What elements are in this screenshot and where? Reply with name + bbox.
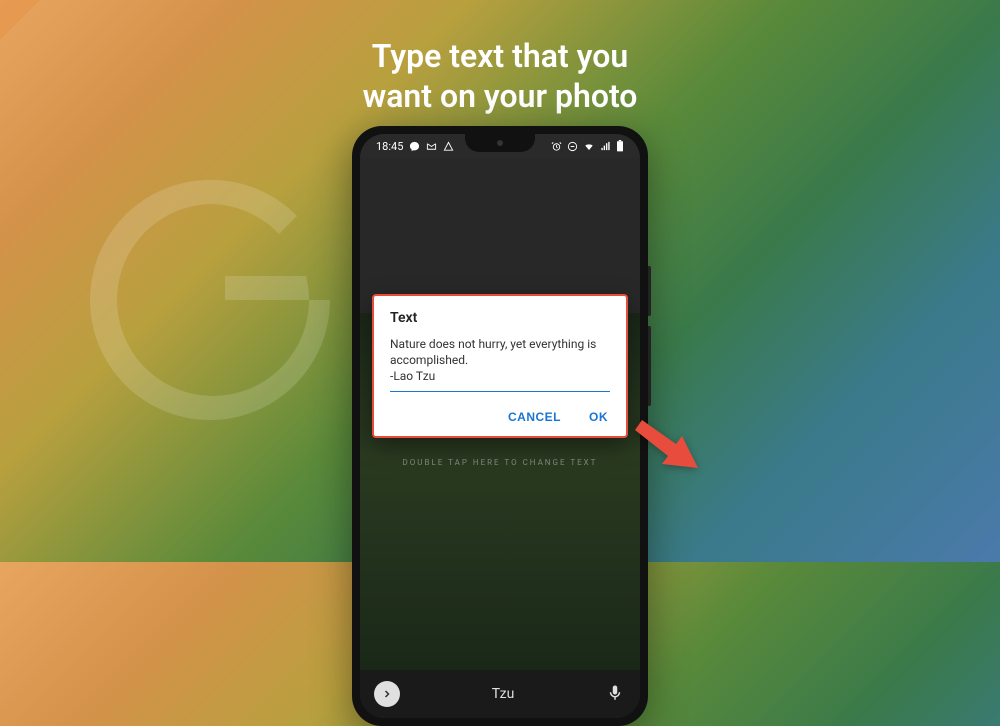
phone-screen: 18:45 DOUBLE TAP HERE TO CHANGE TEXT Tex…: [360, 134, 640, 718]
headline-line2: want on your photo: [363, 77, 638, 115]
headline-line1: Type text that you: [372, 37, 629, 75]
cancel-button[interactable]: CANCEL: [506, 406, 563, 428]
microphone-icon[interactable]: [606, 684, 626, 704]
input-underline: [390, 391, 610, 392]
bg-triangle-tl: [0, 0, 40, 40]
dialog-actions: CANCEL OK: [390, 406, 610, 428]
triangle-icon: [443, 141, 454, 152]
do-not-disturb-icon: [567, 141, 578, 152]
ok-button[interactable]: OK: [587, 406, 610, 428]
keyboard-suggestion-bar: Tzu: [360, 670, 640, 718]
gmail-icon: [426, 141, 437, 152]
signal-icon: [600, 141, 611, 152]
pointer-arrow-icon: [630, 418, 700, 477]
battery-icon: [616, 140, 624, 152]
status-time: 18:45: [376, 140, 403, 153]
bg-triangle-br: [960, 522, 1000, 562]
phone-notch: [465, 134, 535, 152]
instruction-headline: Type text that you want on your photo: [0, 36, 1000, 116]
alarm-icon: [551, 141, 562, 152]
phone-power-button: [648, 266, 651, 316]
dialog-text-input[interactable]: Nature does not hurry, yet everything is…: [390, 336, 610, 389]
photo-hint-text: DOUBLE TAP HERE TO CHANGE TEXT: [403, 458, 598, 467]
google-g-watermark: [60, 150, 360, 450]
text-input-dialog: Text Nature does not hurry, yet everythi…: [372, 294, 628, 438]
keyboard-suggestion[interactable]: Tzu: [414, 686, 592, 702]
phone-volume-button: [648, 326, 651, 406]
dialog-title: Text: [390, 310, 610, 326]
keyboard-expand-button[interactable]: [374, 681, 400, 707]
app-dim-overlay: [360, 158, 640, 313]
messenger-icon: [409, 141, 420, 152]
wifi-icon: [583, 141, 595, 152]
phone-frame: 18:45 DOUBLE TAP HERE TO CHANGE TEXT Tex…: [352, 126, 648, 726]
